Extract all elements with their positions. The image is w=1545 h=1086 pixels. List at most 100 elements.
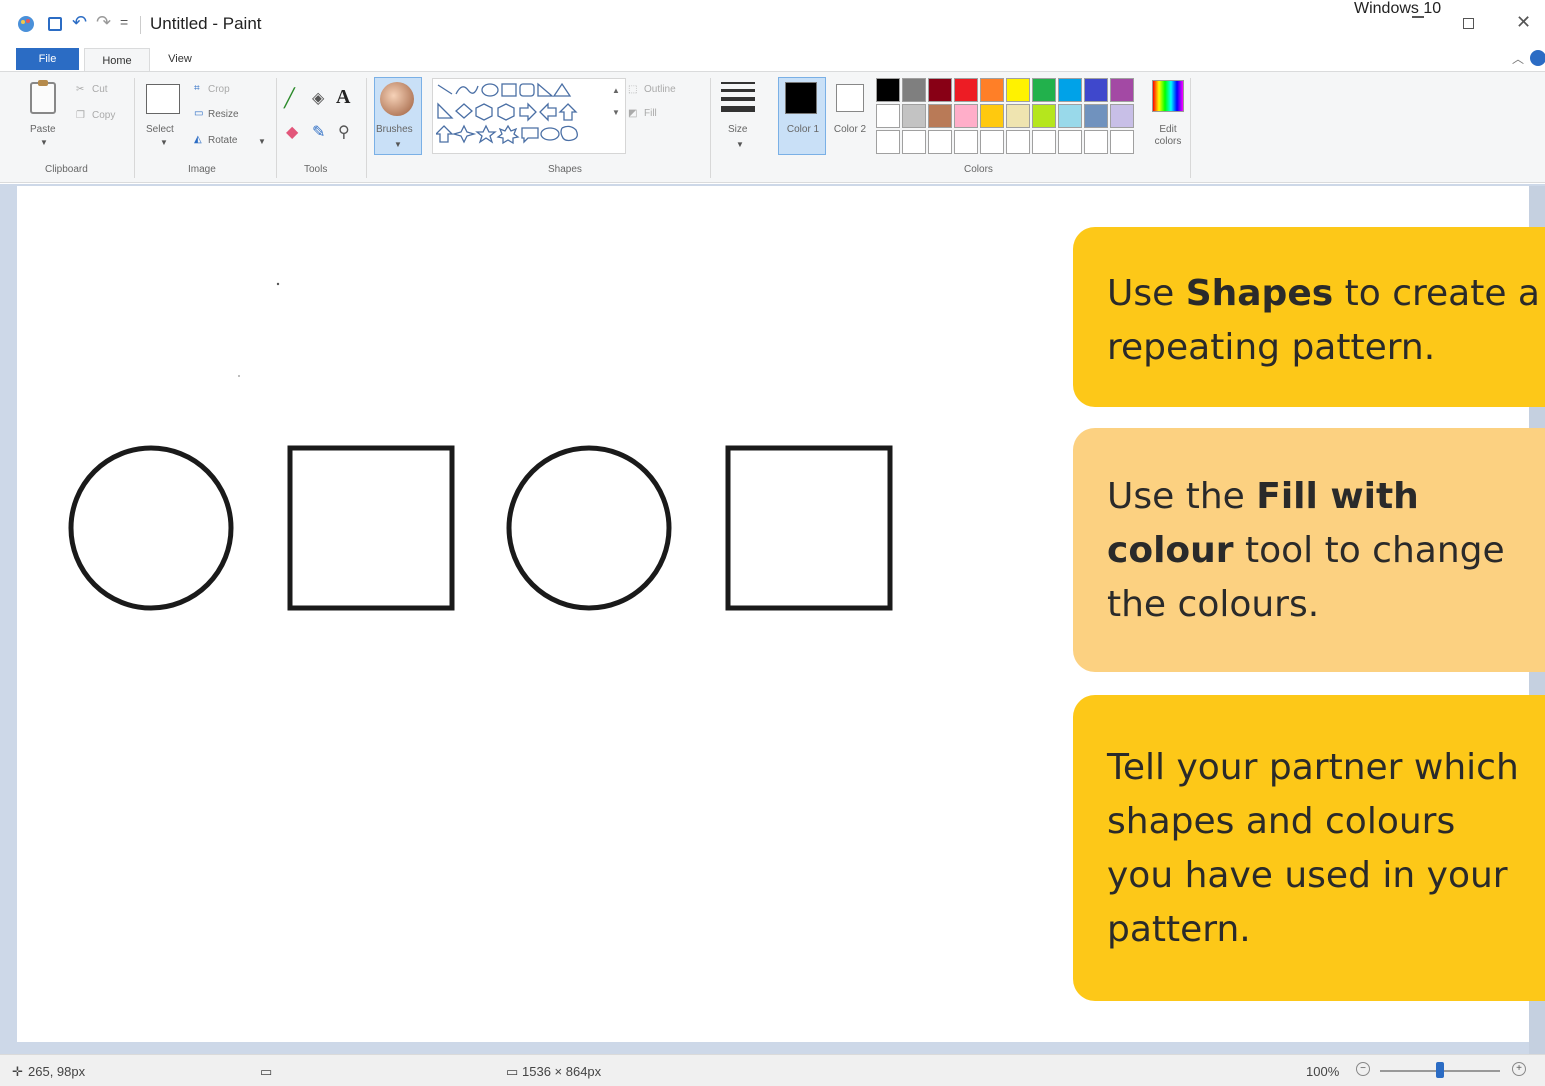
zoom-out-button[interactable]: −: [1356, 1062, 1370, 1076]
resize-icon[interactable]: ▭: [194, 108, 203, 119]
palette-swatch[interactable]: [1058, 130, 1082, 154]
save-icon[interactable]: [48, 17, 62, 31]
cut-button[interactable]: Cut: [92, 84, 108, 95]
palette-swatch[interactable]: [928, 104, 952, 128]
shape-outline-button[interactable]: Outline: [644, 84, 676, 95]
tab-home[interactable]: Home: [84, 48, 150, 72]
color2-label[interactable]: Color 2: [832, 124, 868, 136]
cut-icon[interactable]: ✂: [76, 84, 84, 95]
shape-fill-button[interactable]: Fill: [644, 108, 657, 119]
clipboard-group-label: Clipboard: [45, 164, 88, 175]
palette-swatch[interactable]: [902, 130, 926, 154]
close-button[interactable]: ✕: [1516, 12, 1531, 33]
zoom-slider-thumb[interactable]: [1436, 1062, 1444, 1078]
collapse-ribbon-icon[interactable]: ︿: [1512, 50, 1524, 67]
note2-text-bold: Fill with: [1256, 476, 1419, 517]
palette-swatch[interactable]: [1084, 130, 1108, 154]
fill-icon[interactable]: ◩: [628, 108, 637, 119]
palette-swatch[interactable]: [980, 104, 1004, 128]
palette-swatch[interactable]: [1084, 78, 1108, 102]
group-divider: [276, 78, 277, 178]
tab-file[interactable]: File: [16, 48, 79, 70]
palette-swatch[interactable]: [1006, 78, 1030, 102]
copy-icon[interactable]: ❐: [76, 110, 85, 121]
eraser-icon[interactable]: ◆: [286, 122, 298, 142]
rotate-button[interactable]: Rotate: [208, 135, 237, 146]
magnifier-icon[interactable]: ⚲: [338, 122, 350, 142]
tab-view[interactable]: View: [158, 48, 202, 70]
palette-swatch[interactable]: [876, 130, 900, 154]
canvas-square-1: [287, 445, 455, 611]
fill-bucket-icon[interactable]: ◈: [312, 88, 324, 108]
palette-swatch[interactable]: [980, 130, 1004, 154]
note3-text-line4: pattern.: [1107, 909, 1251, 950]
select-icon[interactable]: [146, 84, 180, 114]
canvas-dot-2: [238, 375, 240, 377]
redo-icon[interactable]: ↷: [96, 12, 111, 33]
palette-swatch[interactable]: [1006, 104, 1030, 128]
text-tool-icon[interactable]: A: [336, 86, 350, 109]
copy-button[interactable]: Copy: [92, 110, 115, 121]
instruction-note-fill: Use the Fill with colour tool to change …: [1073, 428, 1545, 672]
palette-swatch[interactable]: [954, 78, 978, 102]
palette-swatch[interactable]: [902, 78, 926, 102]
image-group-label: Image: [188, 164, 216, 175]
zoom-in-button[interactable]: +: [1512, 1062, 1526, 1076]
shapes-group-label: Shapes: [548, 164, 582, 175]
color-picker-icon[interactable]: ✎: [312, 122, 325, 142]
palette-swatch[interactable]: [928, 78, 952, 102]
palette-swatch[interactable]: [1058, 78, 1082, 102]
palette-swatch[interactable]: [980, 78, 1004, 102]
rotate-dropdown-icon[interactable]: ▼: [258, 137, 266, 146]
palette-swatch[interactable]: [1058, 104, 1082, 128]
help-icon[interactable]: [1530, 50, 1545, 66]
palette-swatch[interactable]: [902, 104, 926, 128]
note2-text-pre: Use the: [1107, 476, 1257, 517]
note2-text-bold2: colour: [1107, 530, 1234, 571]
brushes-label: Brushes: [376, 124, 413, 135]
rotate-icon[interactable]: ◭: [194, 134, 202, 145]
palette-swatch[interactable]: [1110, 130, 1134, 154]
group-divider: [366, 78, 367, 178]
note3-text-line2: shapes and colours: [1107, 801, 1456, 842]
select-dropdown-icon[interactable]: ▼: [160, 138, 168, 147]
canvas-circle-1: [68, 445, 234, 611]
palette-swatch[interactable]: [928, 130, 952, 154]
minimize-button[interactable]: [1412, 16, 1424, 18]
paste-dropdown-icon[interactable]: ▼: [40, 138, 48, 147]
paste-label[interactable]: Paste: [30, 124, 56, 135]
palette-swatch[interactable]: [1006, 130, 1030, 154]
size-button[interactable]: Size: [728, 124, 747, 135]
palette-swatch[interactable]: [1032, 104, 1056, 128]
palette-swatch[interactable]: [1084, 104, 1108, 128]
outline-icon[interactable]: ⬚: [628, 84, 637, 95]
palette-swatch[interactable]: [876, 78, 900, 102]
zoom-level: 100%: [1306, 1064, 1340, 1079]
palette-swatch[interactable]: [1032, 130, 1056, 154]
edit-colors-icon[interactable]: [1152, 80, 1184, 112]
shapes-scroll-up-icon[interactable]: ▲: [612, 86, 620, 95]
pencil-icon[interactable]: ╱: [284, 88, 295, 109]
size-icon[interactable]: [721, 82, 755, 114]
resize-button[interactable]: Resize: [208, 109, 239, 120]
brushes-dropdown-icon[interactable]: ▼: [394, 140, 402, 149]
crop-button[interactable]: Crop: [208, 84, 230, 95]
palette-swatch[interactable]: [1032, 78, 1056, 102]
crop-icon[interactable]: ⌗: [194, 83, 200, 94]
select-button[interactable]: Select: [146, 124, 174, 135]
palette-swatch[interactable]: [954, 104, 978, 128]
palette-swatch[interactable]: [1110, 104, 1134, 128]
paint-app-icon[interactable]: [16, 14, 36, 34]
palette-swatch[interactable]: [954, 130, 978, 154]
customize-quick-access-button[interactable]: =: [120, 14, 128, 30]
palette-swatch[interactable]: [1110, 78, 1134, 102]
maximize-button[interactable]: [1463, 18, 1474, 29]
shapes-scroll-down-icon[interactable]: ▼: [612, 108, 620, 117]
shapes-gallery-icons[interactable]: [436, 82, 622, 148]
paste-icon[interactable]: [30, 80, 56, 114]
edit-colors-button[interactable]: Edit colors: [1150, 124, 1186, 148]
size-dropdown-icon[interactable]: ▼: [736, 140, 744, 149]
palette-swatch[interactable]: [876, 104, 900, 128]
undo-icon[interactable]: ↶: [72, 12, 87, 33]
color2-swatch[interactable]: [836, 84, 864, 112]
